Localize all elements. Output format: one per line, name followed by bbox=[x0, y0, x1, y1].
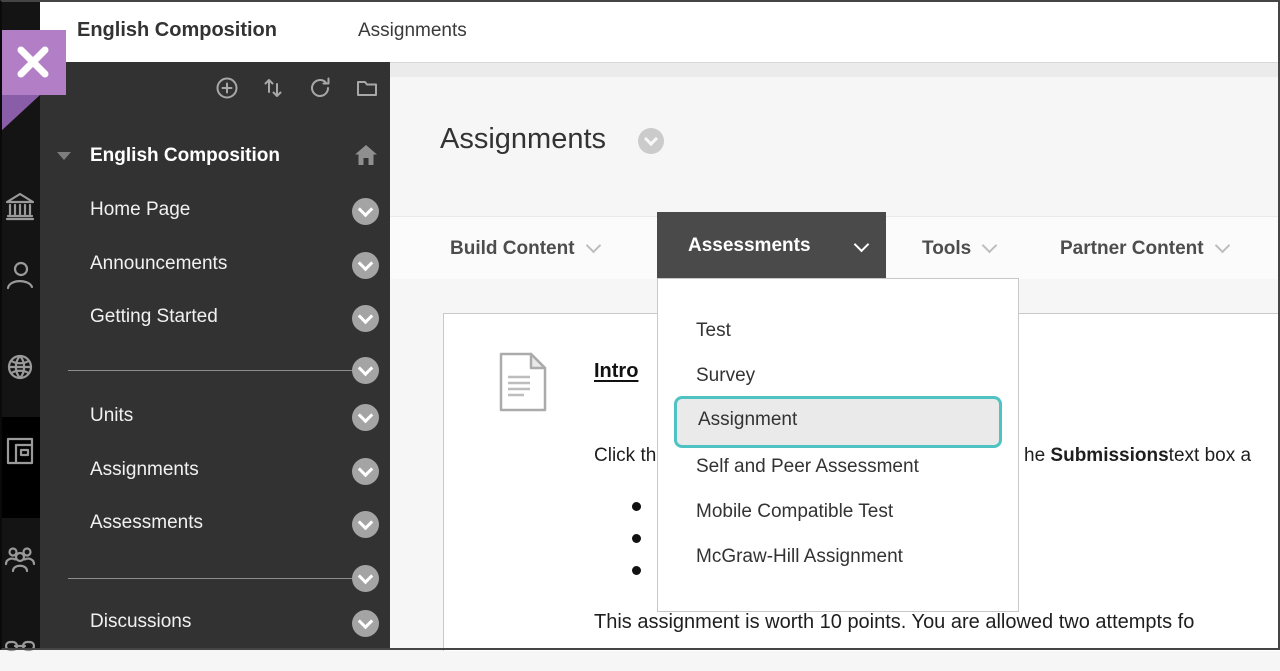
description-text-right: he Submissionstext box a bbox=[1024, 445, 1251, 467]
partner-content-button[interactable]: Partner Content bbox=[1060, 238, 1228, 260]
chevron-down-icon[interactable] bbox=[352, 458, 379, 485]
desc-bold: Submissions bbox=[1050, 445, 1168, 466]
assessments-label: Assessments bbox=[688, 235, 811, 257]
sidebar-item-home-page[interactable]: Home Page bbox=[90, 199, 190, 221]
menu-divider bbox=[68, 370, 378, 371]
chevron-down-icon[interactable] bbox=[638, 128, 664, 154]
globe-icon[interactable] bbox=[4, 351, 36, 383]
description-text-left: Click th bbox=[594, 445, 656, 467]
menu-item-survey[interactable]: Survey bbox=[696, 365, 755, 387]
assignment-link[interactable]: Intro bbox=[594, 360, 638, 383]
refresh-icon[interactable] bbox=[308, 76, 332, 100]
desc-pre: he bbox=[1024, 445, 1050, 466]
collapse-triangle-icon[interactable] bbox=[57, 152, 71, 160]
assignment-label: Assignment bbox=[698, 409, 797, 431]
add-icon[interactable] bbox=[215, 76, 239, 100]
partner-content-label: Partner Content bbox=[1060, 238, 1204, 259]
chevron-down-icon[interactable] bbox=[352, 511, 379, 538]
top-breadcrumb-bar: English Composition Assignments bbox=[40, 0, 1280, 63]
chevron-down-icon bbox=[585, 238, 601, 254]
menu-item-assignment[interactable]: Assignment bbox=[674, 396, 1002, 448]
chevron-down-icon[interactable] bbox=[352, 252, 379, 279]
chevron-down-icon[interactable] bbox=[352, 565, 379, 592]
sidebar-item-assignments[interactable]: Assignments bbox=[90, 459, 199, 481]
breadcrumb-page[interactable]: Assignments bbox=[358, 20, 467, 42]
menu-item-mobile-compatible-test[interactable]: Mobile Compatible Test bbox=[696, 501, 893, 523]
close-icon bbox=[16, 44, 50, 80]
build-content-button[interactable]: Build Content bbox=[450, 238, 599, 260]
desc-post: text box a bbox=[1169, 445, 1251, 466]
list-bullet bbox=[632, 566, 641, 575]
groups-icon[interactable] bbox=[4, 544, 36, 576]
document-icon bbox=[499, 352, 547, 412]
assessments-button[interactable]: Assessments bbox=[657, 212, 886, 278]
chevron-down-icon[interactable] bbox=[352, 404, 379, 431]
menu-item-test[interactable]: Test bbox=[696, 320, 731, 342]
link-icon[interactable] bbox=[4, 639, 36, 671]
institution-icon[interactable] bbox=[4, 191, 36, 223]
page-title: Assignments bbox=[440, 123, 606, 156]
header-shadow-band bbox=[390, 63, 1280, 77]
chevron-down-icon[interactable] bbox=[352, 198, 379, 225]
sidebar-item-units[interactable]: Units bbox=[90, 405, 133, 427]
list-bullet bbox=[632, 502, 641, 511]
course-menu: English Composition Home Page Announceme… bbox=[40, 62, 390, 650]
profile-icon[interactable] bbox=[4, 259, 36, 291]
folder-icon[interactable] bbox=[355, 76, 379, 100]
chevron-down-icon bbox=[1214, 238, 1230, 254]
menu-item-mcgraw-hill-assignment[interactable]: McGraw-Hill Assignment bbox=[696, 546, 903, 568]
breadcrumb-course[interactable]: English Composition bbox=[77, 19, 277, 42]
list-bullet bbox=[632, 534, 641, 543]
sidebar-item-assessments[interactable]: Assessments bbox=[90, 512, 203, 534]
menu-item-self-and-peer-assessment[interactable]: Self and Peer Assessment bbox=[696, 456, 919, 478]
assessments-dropdown-menu: Test Survey Assignment Self and Peer Ass… bbox=[657, 278, 1019, 612]
rail-active-highlight bbox=[0, 417, 40, 518]
sidebar-item-discussions[interactable]: Discussions bbox=[90, 611, 191, 633]
build-content-label: Build Content bbox=[450, 238, 575, 259]
course-content-icon[interactable] bbox=[4, 435, 36, 467]
chevron-down-icon[interactable] bbox=[352, 357, 379, 384]
sidebar-item-announcements[interactable]: Announcements bbox=[90, 253, 227, 275]
points-text: This assignment is worth 10 points. You … bbox=[594, 611, 1194, 634]
tools-button[interactable]: Tools bbox=[922, 238, 995, 260]
sidebar-item-getting-started[interactable]: Getting Started bbox=[90, 306, 218, 328]
menu-divider bbox=[68, 578, 378, 579]
tools-label: Tools bbox=[922, 238, 971, 259]
chevron-down-icon[interactable] bbox=[352, 305, 379, 332]
chevron-down-icon bbox=[854, 237, 870, 253]
ribbon-fold bbox=[0, 95, 40, 132]
close-course-menu-button[interactable] bbox=[0, 30, 66, 95]
reorder-icon[interactable] bbox=[261, 76, 285, 100]
course-menu-title[interactable]: English Composition bbox=[90, 145, 280, 167]
chevron-down-icon bbox=[982, 238, 998, 254]
home-icon[interactable] bbox=[353, 142, 379, 168]
chevron-down-icon[interactable] bbox=[352, 610, 379, 637]
